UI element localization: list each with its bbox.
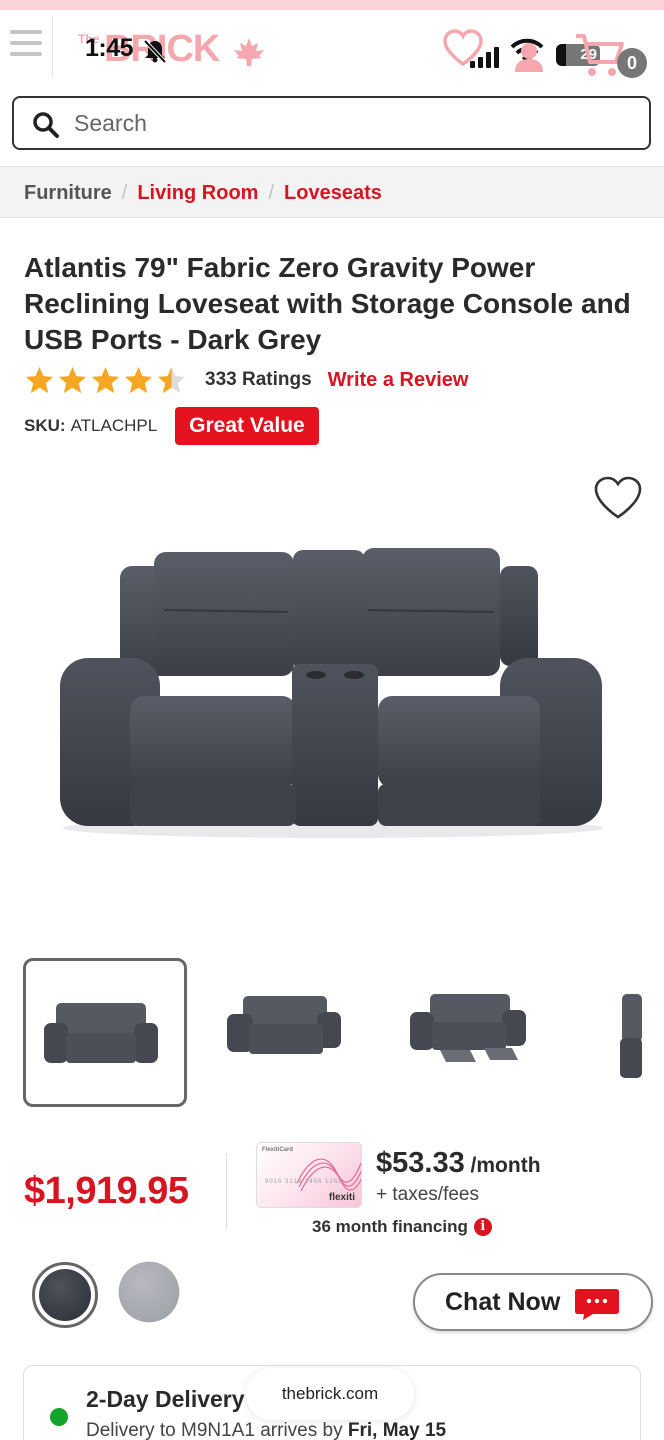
status-time: 1:45 [85,34,134,62]
star-icon [157,366,186,393]
product-title: Atlantis 79" Fabric Zero Gravity Power R… [24,252,631,355]
bell-muted-icon [143,39,167,64]
star-icon [124,366,153,393]
product-price: $1,919.95 [24,1170,189,1212]
color-swatch-dark-grey[interactable] [32,1262,98,1328]
monthly-amount: $53.33 [376,1147,465,1179]
browser-url-pill[interactable]: thebrick.com [246,1368,414,1420]
cart-count-badge[interactable]: 0 [617,48,647,78]
chat-now-button[interactable]: Chat Now [413,1273,653,1331]
taxes-fees: + taxes/fees [376,1184,479,1205]
ratings-count[interactable]: 333 Ratings [205,369,312,391]
breadcrumb-furniture[interactable]: Furniture [24,182,112,204]
breadcrumb: Furniture / Living Room / Loveseats [0,166,664,218]
star-rating[interactable] [24,365,187,396]
sku-row: SKU: ATLACHPL Great Value [24,407,319,445]
rating-row: 333 Ratings Write a Review [24,363,468,397]
search-bar[interactable] [12,96,651,150]
search-icon[interactable] [32,111,60,139]
chat-bubble-icon [575,1289,619,1320]
thumbnail-1[interactable] [23,958,187,1107]
delivery-subtitle: Delivery to M9N1A1 arrives by Fri, May 1… [86,1420,446,1440]
price-divider [226,1153,227,1229]
menu-icon[interactable] [10,30,42,60]
delivery-status-dot [50,1408,68,1426]
sku-label: SKU: [24,416,66,435]
monthly-price: $53.33 /month [376,1147,541,1180]
star-icon [25,366,54,393]
card-number: 9016 3219 1456 1269 [265,1179,343,1185]
star-icon [91,366,120,393]
header-divider [52,16,53,78]
account-icon[interactable] [512,40,546,74]
thumbnail-3[interactable] [390,958,554,1107]
heart-icon[interactable] [592,474,644,522]
monthly-per: /month [464,1154,541,1177]
color-swatch-light-grey[interactable] [116,1261,182,1328]
flexiti-card-image[interactable]: FlexitiCard 9016 3219 1456 1269 flexiti [256,1142,362,1208]
financing-label: 36 month financing [312,1217,468,1236]
breadcrumb-loveseats[interactable]: Loveseats [284,182,382,204]
breadcrumb-living-room[interactable]: Living Room [137,182,258,204]
cell-signal-icon [470,46,504,68]
maple-leaf-icon [234,38,264,66]
thumbnail-4[interactable] [574,958,664,1107]
thumbnail-2[interactable] [207,958,371,1107]
chat-now-label: Chat Now [445,1287,561,1316]
site-header: The BRICK 1:45 29 0 [0,10,664,84]
breadcrumb-separator: / [268,182,275,204]
card-name: FlexitiCard [262,1147,294,1153]
card-brand: flexiti [328,1192,355,1203]
delivery-title: 2-Day Delivery [86,1386,245,1412]
financing-info[interactable]: 36 month financing i [312,1217,492,1237]
info-icon[interactable]: i [473,1218,492,1236]
search-input[interactable] [74,108,634,138]
great-value-badge: Great Value [175,407,319,445]
sku-value: ATLACHPL [70,416,158,435]
product-main-image[interactable] [48,530,618,850]
breadcrumb-separator: / [121,182,128,204]
star-icon [58,366,87,393]
top-status-strip [0,0,664,10]
write-review-link[interactable]: Write a Review [328,369,469,392]
delivery-subtitle-text: Delivery to M9N1A1 arrives by [86,1420,348,1440]
delivery-date: Fri, May 15 [347,1420,447,1440]
